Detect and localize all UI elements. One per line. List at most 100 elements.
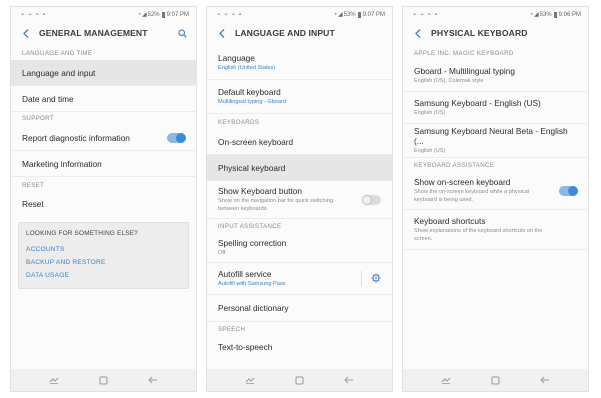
samsung-keyboard-item[interactable]: Samsung Keyboard - English (US) English …: [403, 92, 588, 124]
default-keyboard-item[interactable]: Default keyboard Multilingual typing - G…: [207, 80, 392, 114]
item-value: Multilingual typing - Gboard: [218, 98, 287, 105]
page-title: GENERAL MANAGEMENT: [39, 28, 148, 38]
item-label: Gboard - Multilingual typing: [414, 65, 515, 76]
show-on-screen-keyboard-item[interactable]: Show on-screen keyboard Show the on-scre…: [403, 172, 588, 210]
physical-keyboard-item[interactable]: Physical keyboard: [207, 155, 392, 181]
samsung-keyboard-neural-item[interactable]: Samsung Keyboard Neural Beta - English (…: [403, 124, 588, 158]
phone-general-management: ⌁ ⌁ ⌁ ▪ ◔ ◢ 52% 9:07 PM GENERAL MANAGEME…: [10, 6, 197, 392]
personal-dictionary-item[interactable]: Personal dictionary: [207, 295, 392, 322]
notification-icons: ⌁ ⌁ ⌁ ▪: [217, 12, 242, 18]
nav-back-icon[interactable]: [146, 374, 160, 386]
language-and-input-item[interactable]: Language and input: [11, 60, 196, 86]
signal-icon: ◢: [534, 12, 539, 18]
navigation-bar: [207, 369, 392, 391]
search-icon[interactable]: [176, 27, 188, 39]
wifi-icon: ◔: [137, 11, 141, 18]
recent-apps-icon[interactable]: [243, 374, 257, 386]
gear-icon[interactable]: [371, 270, 381, 288]
backup-and-restore-link[interactable]: BACKUP AND RESTORE: [26, 256, 181, 269]
section-language-and-time: LANGUAGE AND TIME: [22, 50, 93, 57]
battery-percent: 53%: [343, 11, 356, 18]
item-label: Marketing information: [22, 158, 102, 169]
settings-list: APPLE INC. MAGIC KEYBOARD Gboard - Multi…: [403, 44, 588, 369]
show-keyboard-button-toggle[interactable]: [362, 194, 381, 205]
item-label: Show Keyboard button: [218, 185, 302, 196]
battery-percent: 53%: [539, 11, 552, 18]
item-value: Off: [218, 249, 226, 256]
item-label: Show on-screen keyboard: [414, 176, 511, 187]
accounts-link[interactable]: ACCOUNTS: [26, 243, 181, 256]
date-and-time-item[interactable]: Date and time: [11, 86, 196, 112]
item-description: Show explanations of the keyboard shortc…: [414, 227, 543, 242]
item-label: Default keyboard: [218, 86, 281, 97]
data-usage-link[interactable]: DATA USAGE: [26, 269, 181, 282]
signal-icon: ◢: [142, 12, 147, 18]
item-label: Spelling correction: [218, 237, 287, 248]
back-arrow-icon[interactable]: [411, 28, 425, 38]
battery-icon: [161, 11, 165, 18]
spelling-correction-item[interactable]: Spelling correction Off: [207, 233, 392, 263]
item-value: English (US), Colemak style: [414, 77, 484, 84]
item-description: Show on the navigation bar for quick swi…: [218, 197, 334, 212]
item-value: English (US): [414, 147, 446, 154]
navigation-bar: [11, 369, 196, 391]
item-label: Autofill service: [218, 268, 272, 279]
keyboard-shortcuts-item[interactable]: Keyboard shortcuts Show explanations of …: [403, 210, 588, 250]
item-label: Personal dictionary: [218, 303, 289, 313]
nav-back-icon[interactable]: [538, 374, 552, 386]
home-icon[interactable]: [488, 374, 502, 386]
on-screen-keyboard-item[interactable]: On-screen keyboard: [207, 129, 392, 155]
text-to-speech-item[interactable]: Text-to-speech: [207, 336, 392, 358]
item-description: Show the on-screen keyboard while a phys…: [414, 188, 530, 203]
section-speech: SPEECH: [218, 326, 246, 333]
marketing-information-item[interactable]: Marketing information: [11, 151, 196, 177]
item-label: Date and time: [22, 93, 74, 104]
item-label: Reset: [22, 199, 44, 209]
item-label: Language: [218, 52, 255, 63]
gboard-item[interactable]: Gboard - Multilingual typing English (US…: [403, 60, 588, 92]
item-label: Samsung Keyboard Neural Beta - English (…: [414, 125, 568, 146]
clock: 9:06 PM: [558, 11, 581, 18]
language-item[interactable]: Language English (United States): [207, 46, 392, 80]
item-value: Autofill with Samsung Pass: [218, 280, 286, 287]
battery-percent: 52%: [147, 11, 160, 18]
show-keyboard-button-item[interactable]: Show Keyboard button Show on the navigat…: [207, 181, 392, 219]
section-reset: RESET: [22, 182, 45, 189]
recent-apps-icon[interactable]: [47, 374, 61, 386]
status-bar: ⌁ ⌁ ⌁ ▪ ◔ ◢ 52% 9:07 PM: [11, 7, 196, 22]
wifi-icon: ◔: [529, 11, 533, 18]
app-bar: GENERAL MANAGEMENT: [11, 22, 196, 44]
home-icon[interactable]: [292, 374, 306, 386]
settings-list: Language English (United States) Default…: [207, 44, 392, 369]
section-keyboards: KEYBOARDS: [218, 119, 260, 126]
item-label: On-screen keyboard: [218, 136, 294, 147]
item-label: Keyboard shortcuts: [414, 215, 486, 226]
battery-icon: [553, 11, 557, 18]
report-diagnostic-toggle[interactable]: [167, 132, 186, 143]
signal-icon: ◢: [338, 12, 343, 18]
notification-icons: ⌁ ⌁ ⌁ ▪: [413, 12, 438, 18]
autofill-service-item[interactable]: Autofill service Autofill with Samsung P…: [207, 263, 392, 295]
item-label: Language and input: [22, 67, 96, 78]
phone-language-and-input: ⌁ ⌁ ⌁ ▪ ◔ ◢ 53% 9:07 PM LANGUAGE AND INP…: [206, 6, 393, 392]
section-apple-magic-keyboard: APPLE INC. MAGIC KEYBOARD: [414, 50, 514, 57]
status-bar: ⌁ ⌁ ⌁ ▪ ◔ ◢ 53% 9:07 PM: [207, 7, 392, 22]
reset-item[interactable]: Reset: [11, 192, 196, 216]
report-diagnostic-item[interactable]: Report diagnostic information: [11, 125, 196, 151]
home-icon[interactable]: [96, 374, 110, 386]
divider: [361, 270, 362, 287]
wifi-icon: ◔: [333, 11, 337, 18]
status-bar: ⌁ ⌁ ⌁ ▪ ◔ ◢ 53% 9:06 PM: [403, 7, 588, 22]
item-label: Samsung Keyboard - English (US): [414, 97, 541, 108]
battery-icon: [357, 11, 361, 18]
clock: 9:07 PM: [362, 11, 385, 18]
item-label: Report diagnostic information: [22, 132, 130, 143]
app-bar: PHYSICAL KEYBOARD: [403, 22, 588, 44]
recent-apps-icon[interactable]: [439, 374, 453, 386]
back-arrow-icon[interactable]: [215, 28, 229, 38]
page-title: LANGUAGE AND INPUT: [235, 28, 335, 38]
nav-back-icon[interactable]: [342, 374, 356, 386]
show-on-screen-keyboard-toggle[interactable]: [559, 185, 578, 196]
back-arrow-icon[interactable]: [19, 28, 33, 38]
settings-list: LANGUAGE AND TIME Language and input Dat…: [11, 44, 196, 369]
